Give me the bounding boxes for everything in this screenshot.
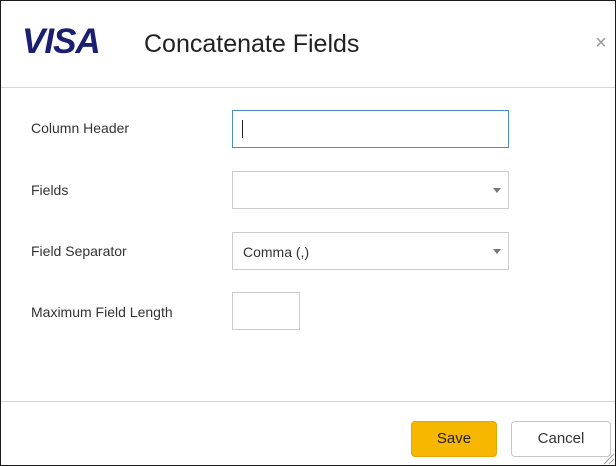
concatenate-fields-dialog: VISA Concatenate Fields × Column Header … bbox=[0, 0, 616, 466]
cancel-button[interactable]: Cancel bbox=[511, 421, 611, 457]
text-cursor bbox=[242, 120, 243, 138]
field-separator-value: Comma (,) bbox=[243, 244, 310, 260]
column-header-input[interactable] bbox=[232, 110, 509, 148]
dialog-footer: Save Cancel bbox=[1, 401, 615, 466]
chevron-down-icon bbox=[493, 188, 501, 193]
field-separator-select[interactable]: Comma (,) bbox=[232, 232, 509, 270]
fields-select[interactable] bbox=[232, 171, 509, 209]
max-field-length-input[interactable] bbox=[232, 292, 300, 330]
chevron-down-icon bbox=[493, 249, 501, 254]
dialog-title: Concatenate Fields bbox=[144, 30, 360, 58]
dialog-header: VISA Concatenate Fields × bbox=[1, 1, 615, 88]
fields-label: Fields bbox=[31, 182, 69, 198]
max-field-length-label: Maximum Field Length bbox=[31, 304, 173, 320]
resize-grip-icon[interactable] bbox=[601, 451, 615, 465]
visa-logo: VISA bbox=[22, 22, 101, 61]
column-header-label: Column Header bbox=[31, 120, 130, 136]
close-icon[interactable]: × bbox=[591, 31, 611, 55]
field-separator-label: Field Separator bbox=[31, 243, 127, 259]
save-button[interactable]: Save bbox=[411, 421, 497, 457]
